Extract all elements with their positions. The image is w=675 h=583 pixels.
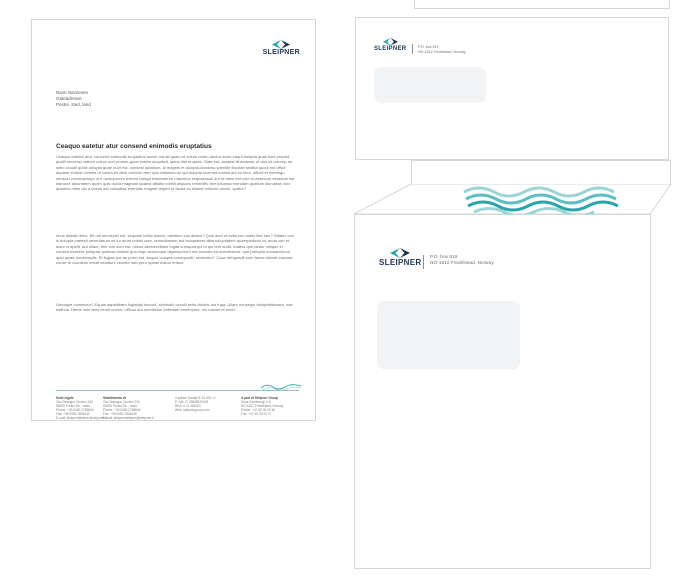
letter-heading: Ceaquo eatetur atur consend enimodis eru…: [56, 143, 212, 150]
footer-column-group: A part of Sleipner Group Sone Kemibengt,…: [241, 396, 284, 417]
footer-column-plant: Stabilimento di Via Giuseppe Guzzini 130…: [103, 396, 154, 421]
letter-paragraph: Imus ditasiti reius. Bit odi omnisciid e…: [56, 233, 294, 266]
logo-wordmark: SLEIPNER: [374, 45, 407, 52]
envelope-small-logo: SLEIPNER: [374, 38, 406, 52]
address-window: [377, 301, 520, 369]
return-address: P.O. box 519 NO-1612 Fredrikstad, Norway: [430, 255, 494, 266]
sleipner-logo-icon: [390, 248, 411, 258]
envelope-back-top: [414, 0, 670, 9]
logo-wordmark: SLEIPNER: [379, 258, 422, 267]
address-window: [374, 67, 486, 103]
return-address: P.O. box 519 NO-1612 Fredrikstad, Norway: [418, 45, 466, 54]
envelope-large: SLEIPNER P.O. box 519 NO-1612 Fredriksta…: [354, 214, 651, 569]
letter-paragraph: Omnique consectur? Equas aspeditiam fugi…: [56, 302, 293, 313]
logo-separator: [412, 44, 413, 54]
logo-wordmark: SLEIPNER: [262, 49, 300, 56]
sleipner-logo-icon: [382, 38, 398, 46]
logo-separator: [423, 255, 424, 269]
envelope-large-logo: SLEIPNER: [379, 248, 421, 267]
wave-pattern-icon: [354, 184, 672, 214]
envelope-flap: [354, 184, 675, 214]
footer-divider: [56, 390, 299, 391]
letterhead-sheet: SLEIPNER Navn Navnesen Gateadresse Postn…: [31, 19, 316, 421]
footer-column-company: Capitale Sociale € 10.000 i.v. P. IVA: I…: [175, 396, 217, 413]
recipient-address: Navn Navnesen Gateadresse Postnr. sted, …: [56, 90, 91, 108]
envelope-small: SLEIPNER P.O. box 519 NO-1612 Fredriksta…: [355, 17, 669, 160]
recipient-city: Postnr. sted, land: [56, 102, 91, 107]
sleipner-logo-icon: [272, 40, 291, 49]
envelope-large-back: [411, 160, 671, 184]
letter-logo: SLEIPNER: [263, 40, 300, 56]
letter-paragraph: Ceaquo eatetur atur, consend enimodis er…: [56, 154, 295, 192]
footer-column-legal: Sede legale Via Giuseppe Guzzini 130 800…: [56, 396, 107, 421]
